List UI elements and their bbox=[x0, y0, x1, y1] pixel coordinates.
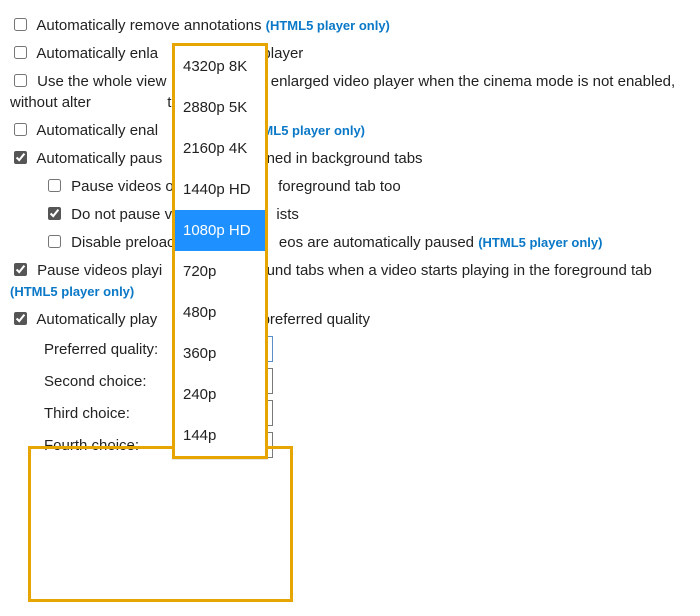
opt-pause-bg-checkbox[interactable] bbox=[14, 263, 27, 276]
third-choice-label: Third choice: bbox=[44, 403, 169, 424]
opt-label: Automatically remove annotations bbox=[36, 17, 261, 34]
dropdown-option[interactable]: 2880p 5K bbox=[175, 87, 265, 128]
html5-note: (HTML5 player only) bbox=[10, 284, 134, 299]
fourth-choice-row: Fourth choice: 360p ▼ bbox=[44, 432, 690, 458]
opt-autoplay-quality-checkbox[interactable] bbox=[14, 312, 27, 325]
quality-dropdown: 4320p 8K2880p 5K2160p 4K1440p HD1080p HD… bbox=[172, 43, 268, 459]
opt-autopause-checkbox[interactable] bbox=[14, 151, 27, 164]
opt-label: Use the whole view bbox=[37, 73, 166, 90]
dropdown-option[interactable]: 480p bbox=[175, 292, 265, 333]
opt-label: player bbox=[262, 45, 303, 62]
opt-label: Disable preloac bbox=[71, 234, 174, 251]
opt-label: Automatically enal bbox=[36, 122, 158, 139]
opt-enlarge: Automatically enla player bbox=[10, 42, 690, 64]
opt-label: foreground tab too bbox=[278, 178, 401, 195]
opt-remove-annotations: Automatically remove annotations (HTML5 … bbox=[10, 14, 690, 36]
opt-enlarge-checkbox[interactable] bbox=[14, 46, 27, 59]
opt-label: Automatically play bbox=[36, 311, 157, 328]
opt-label: Automatically paus bbox=[36, 150, 162, 167]
preferred-quality-label: Preferred quality: bbox=[44, 339, 169, 360]
opt-label: Pause videos playi bbox=[37, 262, 162, 279]
opt-label: ned in background tabs bbox=[267, 150, 423, 167]
opt-pause-bg: Pause videos playi und tabs when a video… bbox=[10, 259, 690, 302]
html5-note: (HTML5 player only) bbox=[266, 18, 390, 33]
third-choice-row: Third choice: 480p ▼ bbox=[44, 400, 690, 426]
opt-disable-preload-checkbox[interactable] bbox=[48, 235, 61, 248]
opt-label: und tabs when a video starts playing in … bbox=[267, 262, 652, 279]
opt-pause-fg: Pause videos o foreground tab too bbox=[10, 175, 690, 197]
opt-pause-fg-checkbox[interactable] bbox=[48, 179, 61, 192]
opt-nopause-playlists: Do not pause v ists bbox=[10, 203, 690, 225]
opt-autopause: Automatically paus ned in background tab… bbox=[10, 147, 690, 169]
dropdown-option[interactable]: 360p bbox=[175, 333, 265, 374]
html5-note: (HTML5 player only) bbox=[478, 235, 602, 250]
dropdown-option[interactable]: 240p bbox=[175, 374, 265, 415]
opt-label: Automatically enla bbox=[36, 45, 158, 62]
opt-wholeview: Use the whole view enlarged video player… bbox=[10, 70, 690, 113]
opt-disable-preload: Disable preloac eos are automatically pa… bbox=[10, 231, 690, 253]
second-choice-label: Second choice: bbox=[44, 371, 169, 392]
opt-autoplay-quality: Automatically play preferred quality bbox=[10, 308, 690, 330]
dropdown-option[interactable]: 4320p 8K bbox=[175, 46, 265, 87]
opt-nopause-playlists-checkbox[interactable] bbox=[48, 207, 61, 220]
quality-choices-highlight bbox=[28, 446, 293, 602]
dropdown-option[interactable]: 1080p HD bbox=[175, 210, 265, 251]
dropdown-option[interactable]: 2160p 4K bbox=[175, 128, 265, 169]
opt-label: Do not pause v bbox=[71, 206, 172, 223]
opt-remove-annotations-checkbox[interactable] bbox=[14, 18, 27, 31]
dropdown-option[interactable]: 720p bbox=[175, 251, 265, 292]
second-choice-row: Second choice: 720p ▼ bbox=[44, 368, 690, 394]
html5-note: ML5 player only) bbox=[262, 123, 365, 138]
opt-label: preferred quality bbox=[262, 311, 370, 328]
opt-label: ists bbox=[276, 206, 299, 223]
fourth-choice-label: Fourth choice: bbox=[44, 435, 169, 456]
opt-label: eos are automatically paused bbox=[279, 234, 474, 251]
opt-enl2-checkbox[interactable] bbox=[14, 123, 27, 136]
opt-enl2: Automatically enal ML5 player only) bbox=[10, 119, 690, 141]
preferred-quality-row: Preferred quality: 1080p HD ▼ bbox=[44, 336, 690, 362]
opt-label: Pause videos o bbox=[71, 178, 174, 195]
dropdown-option[interactable]: 144p bbox=[175, 415, 265, 456]
dropdown-option[interactable]: 1440p HD bbox=[175, 169, 265, 210]
opt-wholeview-checkbox[interactable] bbox=[14, 74, 27, 87]
